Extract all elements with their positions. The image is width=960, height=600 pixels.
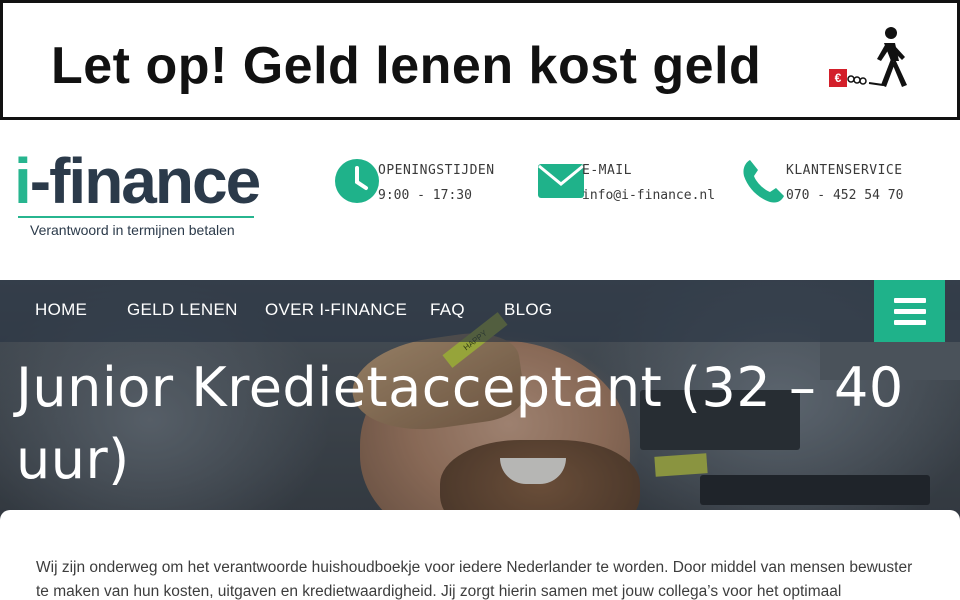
euro-ball-icon: € [829,69,847,87]
logo-tagline: Verantwoord in termijnen betalen [30,222,235,238]
email-value[interactable]: info@i-finance.nl [582,188,715,203]
warning-text: Let op! Geld lenen kost geld [51,37,762,95]
intro-paragraph: Wij zijn onderweg om het verantwoorde hu… [36,559,913,600]
opening-hours-info: OPENINGSTIJDEN 9:00 - 17:30 [334,158,524,208]
content-card: Wij zijn onderweg om het verantwoorde hu… [0,510,960,600]
email-info[interactable]: E-MAIL info@i-finance.nl [538,158,715,208]
logo-wordmark: i-finance [14,145,261,217]
menu-bar [893,319,926,325]
walking-man-with-ball-and-chain-icon: € [829,25,915,93]
main-navigation: HOME GELD LENEN OVER I-FINANCE FAQ BLOG [0,280,960,342]
logo-underline [18,216,254,218]
nav-item-home[interactable]: HOME [35,300,87,320]
email-label: E-MAIL [582,163,632,178]
hamburger-menu-icon[interactable] [874,280,945,342]
opening-hours-value: 9:00 - 17:30 [378,188,472,203]
clock-icon [335,159,379,203]
customer-service-label: KLANTENSERVICE [786,163,903,178]
warning-banner: Let op! Geld lenen kost geld € [0,0,960,120]
customer-service-value[interactable]: 070 - 452 54 70 [786,188,903,203]
logo[interactable]: i-finance Verantwoord in termijnen betal… [14,145,264,242]
menu-bar [893,297,926,303]
hero-banner: HAPPY HOME GELD LENEN OVER I-FINANCE FAQ… [0,280,960,520]
nav-item-over-i-finance[interactable]: OVER I-FINANCE [265,300,407,320]
nav-item-faq[interactable]: FAQ [430,300,465,320]
phone-icon [743,160,784,203]
page-title: Junior Kredietacceptant (32 – 40 uur) [16,356,904,491]
opening-hours-label: OPENINGSTIJDEN [378,163,495,178]
site-header: i-finance Verantwoord in termijnen betal… [0,120,960,280]
nav-item-geld-lenen[interactable]: GELD LENEN [127,300,238,320]
envelope-icon [538,164,584,198]
nav-item-blog[interactable]: BLOG [504,300,552,320]
menu-bar [893,308,926,314]
customer-service-info[interactable]: KLANTENSERVICE 070 - 452 54 70 [740,158,930,208]
